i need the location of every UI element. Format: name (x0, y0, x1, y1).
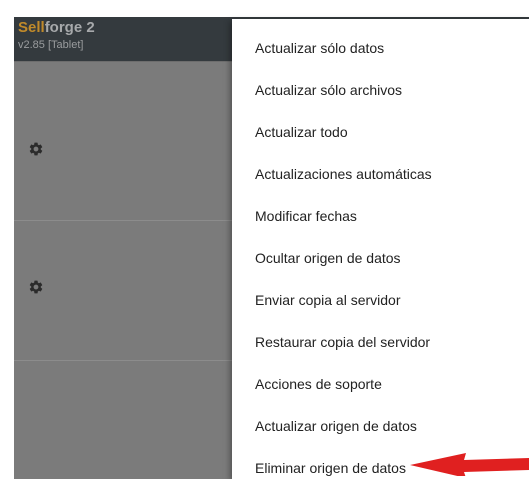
menu-item-modificar-fechas[interactable]: Modificar fechas (232, 195, 529, 237)
app-title-accent: Sell (18, 19, 45, 36)
menu-item-actualizar-solo-archivos[interactable]: Actualizar sólo archivos (232, 69, 529, 111)
menu-item-actualizaciones-automaticas[interactable]: Actualizaciones automáticas (232, 153, 529, 195)
red-arrow-icon (410, 453, 529, 476)
gear-icon[interactable] (28, 279, 44, 295)
menu-item-acciones-de-soporte[interactable]: Acciones de soporte (232, 363, 529, 405)
menu-item-actualizar-solo-datos[interactable]: Actualizar sólo datos (232, 27, 529, 69)
app-version: v2.85 [Tablet] (18, 39, 84, 51)
gear-icon[interactable] (28, 141, 44, 157)
menu-item-ocultar-origen-de-datos[interactable]: Ocultar origen de datos (232, 237, 529, 279)
menu-item-actualizar-todo[interactable]: Actualizar todo (232, 111, 529, 153)
menu-item-enviar-copia-al-servidor[interactable]: Enviar copia al servidor (232, 279, 529, 321)
overflow-menu: Actualizar sólo datos Actualizar sólo ar… (232, 19, 529, 479)
app-title-rest: forge 2 (44, 19, 95, 36)
menu-item-actualizar-origen-de-datos[interactable]: Actualizar origen de datos (232, 405, 529, 447)
screen: Sellforge 2 v2.85 [Tablet] Actualizar só… (0, 0, 529, 479)
menu-item-restaurar-copia-del-servidor[interactable]: Restaurar copia del servidor (232, 321, 529, 363)
app-title: Sellforge 2 (18, 19, 95, 37)
